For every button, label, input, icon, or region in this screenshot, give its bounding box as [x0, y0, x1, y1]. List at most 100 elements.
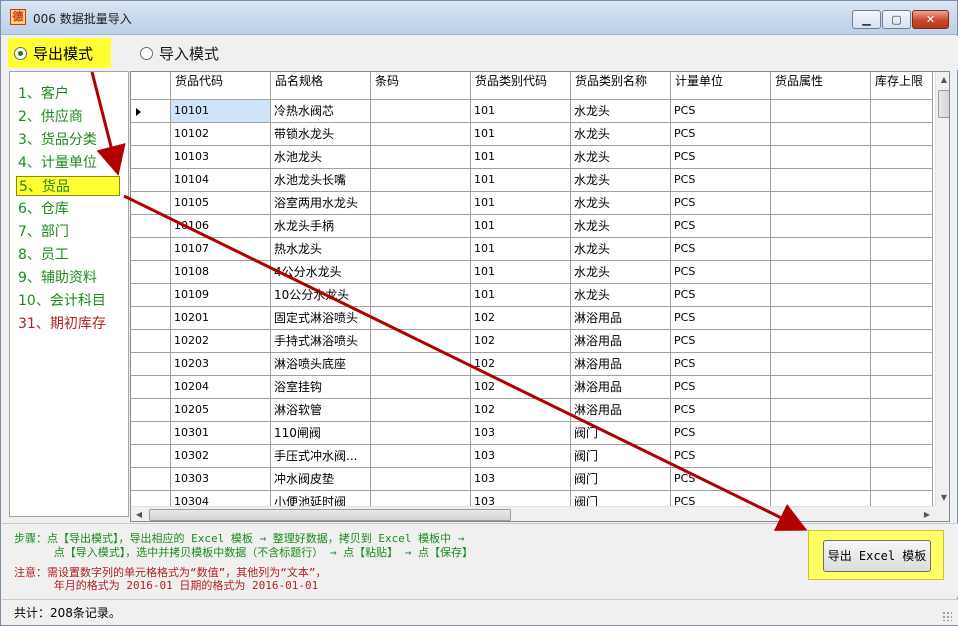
row-header[interactable]: [131, 468, 171, 491]
table-cell[interactable]: 水龙头: [571, 100, 671, 123]
nav-item-opening-stock[interactable]: 31、期初库存: [18, 314, 106, 334]
row-header[interactable]: [131, 353, 171, 376]
table-cell[interactable]: 102: [471, 376, 571, 399]
table-cell[interactable]: [871, 422, 933, 445]
table-cell[interactable]: 淋浴软管: [271, 399, 371, 422]
nav-item-accounts[interactable]: 10、会计科目: [18, 291, 106, 311]
horizontal-scrollbar[interactable]: ◀ ▶: [131, 506, 935, 521]
table-cell[interactable]: 101: [471, 146, 571, 169]
table-cell[interactable]: [871, 215, 933, 238]
table-row[interactable]: 10302 手压式冲水阀... 103 阀门 PCS: [131, 445, 933, 468]
table-cell[interactable]: 101: [471, 192, 571, 215]
table-row[interactable]: 10101 冷热水阀芯 101 水龙头 PCS: [131, 100, 933, 123]
minimize-button[interactable]: ▁: [852, 10, 881, 29]
table-cell[interactable]: [871, 445, 933, 468]
table-cell[interactable]: 淋浴用品: [571, 353, 671, 376]
table-cell[interactable]: [871, 468, 933, 491]
table-cell[interactable]: [871, 284, 933, 307]
table-cell[interactable]: PCS: [671, 353, 771, 376]
table-cell[interactable]: PCS: [671, 399, 771, 422]
table-cell[interactable]: PCS: [671, 468, 771, 491]
table-cell[interactable]: 103: [471, 422, 571, 445]
row-header[interactable]: [131, 123, 171, 146]
close-button[interactable]: ✕: [912, 10, 949, 29]
table-cell[interactable]: 10103: [171, 146, 271, 169]
table-cell[interactable]: [371, 353, 471, 376]
nav-item-unit[interactable]: 4、计量单位: [18, 153, 97, 173]
table-cell[interactable]: 101: [471, 215, 571, 238]
table-cell[interactable]: [771, 261, 871, 284]
resize-grip-icon[interactable]: [942, 611, 952, 621]
table-cell[interactable]: 10204: [171, 376, 271, 399]
table-cell[interactable]: [771, 422, 871, 445]
table-cell[interactable]: [771, 445, 871, 468]
scroll-up-icon[interactable]: ▲: [936, 72, 949, 88]
table-cell[interactable]: 101: [471, 238, 571, 261]
table-cell[interactable]: 阀门: [571, 468, 671, 491]
vertical-scroll-thumb[interactable]: [938, 90, 949, 118]
table-cell[interactable]: [871, 100, 933, 123]
table-row[interactable]: 10109 10公分水龙头 101 水龙头 PCS: [131, 284, 933, 307]
table-cell[interactable]: 水龙头: [571, 146, 671, 169]
table-cell[interactable]: 4公分水龙头: [271, 261, 371, 284]
scroll-left-icon[interactable]: ◀: [131, 507, 147, 521]
table-cell[interactable]: [371, 468, 471, 491]
table-cell[interactable]: [771, 123, 871, 146]
table-cell[interactable]: 阀门: [571, 422, 671, 445]
table-cell[interactable]: 水龙头: [571, 192, 671, 215]
table-cell[interactable]: 冲水阀皮垫: [271, 468, 371, 491]
column-header[interactable]: 货品类别代码: [471, 72, 571, 100]
table-row[interactable]: 10105 浴室两用水龙头 101 水龙头 PCS: [131, 192, 933, 215]
table-cell[interactable]: [871, 376, 933, 399]
table-cell[interactable]: 淋浴喷头底座: [271, 353, 371, 376]
table-cell[interactable]: 102: [471, 307, 571, 330]
table-cell[interactable]: [371, 399, 471, 422]
table-row[interactable]: 10205 淋浴软管 102 淋浴用品 PCS: [131, 399, 933, 422]
table-cell[interactable]: 浴室两用水龙头: [271, 192, 371, 215]
table-cell[interactable]: 水池龙头长嘴: [271, 169, 371, 192]
table-cell[interactable]: 101: [471, 169, 571, 192]
table-cell[interactable]: 淋浴用品: [571, 330, 671, 353]
column-header[interactable]: 条码: [371, 72, 471, 100]
column-header[interactable]: 货品代码: [171, 72, 271, 100]
table-cell[interactable]: [371, 376, 471, 399]
table-cell[interactable]: [871, 399, 933, 422]
table-cell[interactable]: 103: [471, 445, 571, 468]
table-cell[interactable]: [371, 215, 471, 238]
table-cell[interactable]: PCS: [671, 307, 771, 330]
table-cell[interactable]: 固定式淋浴喷头: [271, 307, 371, 330]
table-cell[interactable]: PCS: [671, 100, 771, 123]
row-header[interactable]: [131, 215, 171, 238]
table-cell[interactable]: [771, 307, 871, 330]
table-cell[interactable]: [371, 123, 471, 146]
row-header[interactable]: [131, 238, 171, 261]
table-cell[interactable]: [871, 261, 933, 284]
table-cell[interactable]: 带锁水龙头: [271, 123, 371, 146]
table-cell[interactable]: PCS: [671, 261, 771, 284]
table-cell[interactable]: [771, 399, 871, 422]
table-cell[interactable]: [771, 169, 871, 192]
table-cell[interactable]: 10301: [171, 422, 271, 445]
table-cell[interactable]: [771, 100, 871, 123]
table-cell[interactable]: PCS: [671, 238, 771, 261]
table-cell[interactable]: 热水龙头: [271, 238, 371, 261]
table-cell[interactable]: [771, 192, 871, 215]
table-cell[interactable]: 水龙头: [571, 215, 671, 238]
table-cell[interactable]: [771, 330, 871, 353]
table-cell[interactable]: [371, 445, 471, 468]
table-cell[interactable]: [771, 468, 871, 491]
table-cell[interactable]: 水龙头: [571, 238, 671, 261]
table-cell[interactable]: [871, 192, 933, 215]
row-header[interactable]: [131, 100, 171, 123]
table-row[interactable]: 10203 淋浴喷头底座 102 淋浴用品 PCS: [131, 353, 933, 376]
table-cell[interactable]: [371, 146, 471, 169]
table-cell[interactable]: 101: [471, 284, 571, 307]
export-mode-radio[interactable]: 导出模式: [8, 38, 111, 68]
title-bar[interactable]: 德 006 数据批量导入 ▁ ▢ ✕: [1, 1, 957, 35]
table-cell[interactable]: [871, 123, 933, 146]
table-cell[interactable]: [871, 353, 933, 376]
row-header[interactable]: [131, 307, 171, 330]
table-cell[interactable]: 手持式淋浴喷头: [271, 330, 371, 353]
table-cell[interactable]: [871, 330, 933, 353]
nav-item-customer[interactable]: 1、客户: [18, 84, 69, 104]
